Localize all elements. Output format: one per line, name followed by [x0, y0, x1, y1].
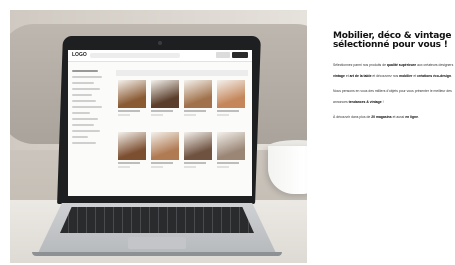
emphasis-text: mobilier [399, 73, 413, 78]
site-product-card [151, 132, 179, 168]
product-thumbnail [151, 132, 179, 160]
body-text: . [418, 115, 419, 119]
site-logo: LOGO [72, 52, 87, 58]
product-price-line [118, 166, 130, 168]
product-price-line [217, 166, 229, 168]
product-thumbnail [151, 80, 179, 108]
body-text: et aussi [391, 115, 406, 119]
product-price-line [118, 114, 130, 116]
product-title-line [217, 110, 239, 112]
emphasis-text: qualité supérieure [386, 63, 417, 67]
intro-text-column: Mobilier, déco & vintage sélectionné pou… [333, 32, 455, 128]
site-product-card [217, 132, 245, 168]
body-text: et découvrez nos [371, 73, 400, 78]
product-title-line [151, 162, 173, 164]
site-product-card [184, 80, 212, 116]
site-header: LOGO [68, 50, 252, 62]
cup [268, 146, 307, 194]
product-title-line [151, 110, 173, 112]
product-thumbnail [184, 132, 212, 160]
product-price-line [184, 166, 196, 168]
site-product-card [118, 132, 146, 168]
intro-paragraph-3: À découvrir dans plus de 20 magasins et … [333, 112, 455, 123]
product-price-line [151, 166, 163, 168]
product-price-line [184, 114, 196, 116]
product-thumbnail [118, 132, 146, 160]
page-headline: Mobilier, déco & vintage sélectionné pou… [333, 32, 455, 50]
laptop-keyboard [60, 207, 254, 233]
product-title-line [118, 162, 140, 164]
body-text: . [451, 73, 452, 78]
product-thumbnail [184, 80, 212, 108]
emphasis-text: en ligne [405, 115, 419, 119]
site-product-card [118, 80, 146, 116]
body-text: Sélectionnez parmi nos produits de [333, 63, 387, 67]
emphasis-text: 20 magasins [371, 115, 392, 119]
intro-paragraph-1: Sélectionnez parmi nos produits de quali… [333, 60, 455, 81]
site-header-button [216, 52, 230, 58]
site-product-card [217, 80, 245, 116]
product-price-line [217, 114, 229, 116]
hero-photo: LOGO [10, 10, 307, 263]
product-thumbnail [118, 80, 146, 108]
laptop-front-edge [32, 252, 282, 256]
laptop-camera [158, 41, 162, 45]
product-title-line [118, 110, 140, 112]
laptop-screen: LOGO [68, 50, 252, 196]
site-product-card [184, 132, 212, 168]
site-search-bar [90, 53, 180, 58]
product-title-line [217, 162, 239, 164]
site-header-button-dark [232, 52, 248, 58]
emphasis-text: tendances & vintage [348, 99, 382, 104]
product-title-line [184, 110, 206, 112]
product-price-line [151, 114, 163, 116]
site-filter-sidebar [72, 70, 112, 192]
site-toolbar [116, 70, 248, 76]
laptop-trackpad [128, 237, 186, 249]
product-thumbnail [217, 132, 245, 160]
body-text: ! [381, 99, 384, 104]
body-text: créateurs designers [423, 63, 454, 67]
body-text: À découvrir dans plus de [333, 115, 372, 119]
intro-paragraph-2: Nous pensons en vous des milliers d'obje… [333, 86, 455, 107]
site-product-card [151, 80, 179, 116]
emphasis-text: art de la table [349, 73, 372, 78]
headline-line-2: sélectionné pour vous ! [333, 40, 448, 50]
product-title-line [184, 162, 206, 164]
emphasis-text: créations éco-design [417, 73, 452, 78]
emphasis-text: vintage [333, 73, 345, 78]
product-thumbnail [217, 80, 245, 108]
